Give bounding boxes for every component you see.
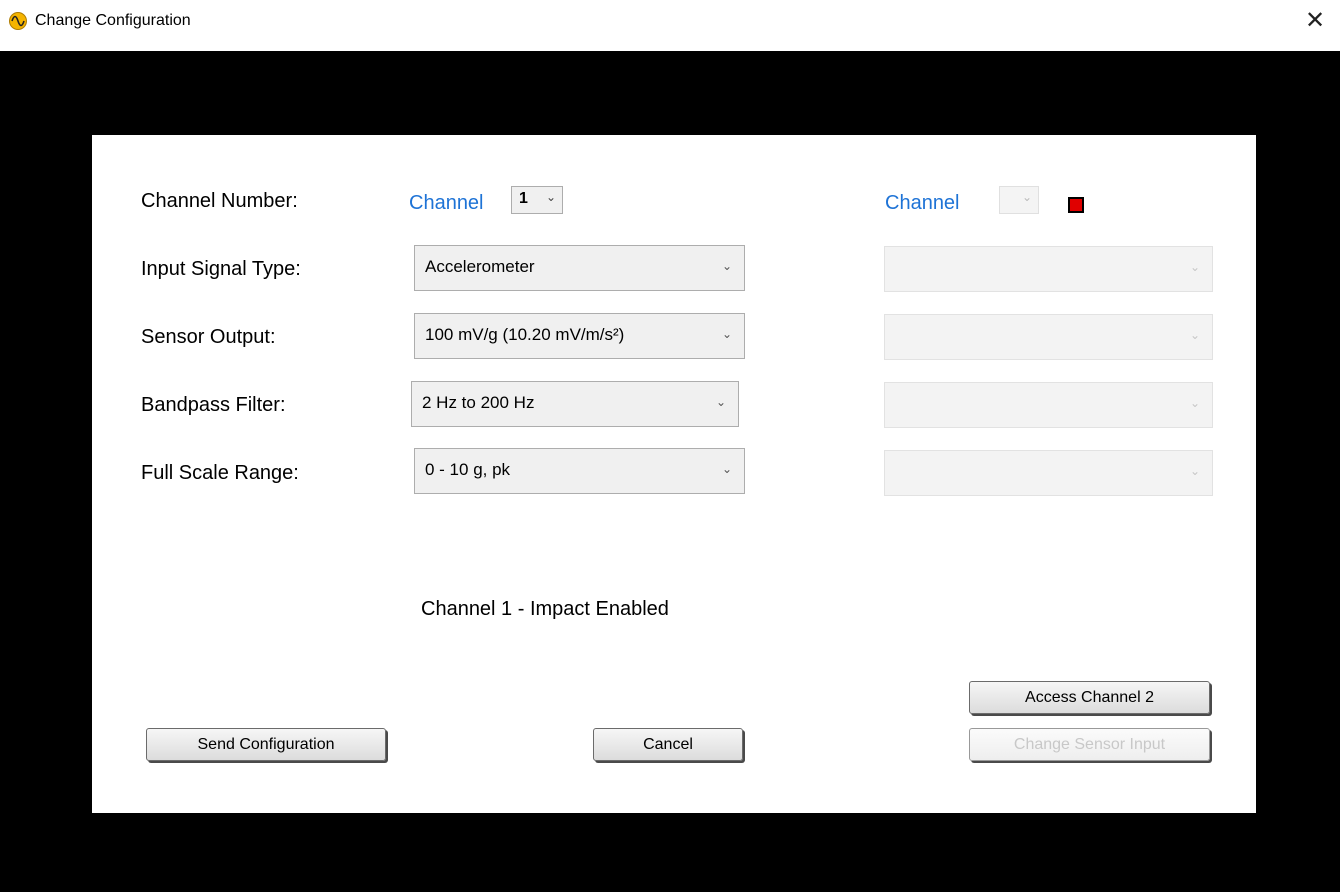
close-icon[interactable]: ✕ — [1300, 6, 1330, 36]
sensor-output-label: Sensor Output: — [141, 326, 276, 348]
chevron-down-icon: ⌄ — [1189, 260, 1200, 274]
full-scale-range-label: Full Scale Range: — [141, 462, 299, 484]
chevron-down-icon: ⌄ — [545, 190, 556, 204]
channel-select[interactable]: 1 ⌄ — [511, 186, 563, 214]
input-signal-type-label: Input Signal Type: — [141, 258, 301, 280]
sine-wave-icon — [9, 12, 27, 30]
chevron-down-icon: ⌄ — [721, 259, 732, 273]
configuration-panel: Channel Number: Channel 1 ⌄ Channel ⌄ In… — [92, 135, 1256, 813]
secondary-full-scale-range-select: ⌄ — [884, 450, 1213, 496]
access-channel-2-button[interactable]: Access Channel 2 — [969, 681, 1210, 714]
channel-word: Channel — [409, 192, 484, 214]
full-scale-range-select[interactable]: 0 - 10 g, pk ⌄ — [414, 448, 745, 494]
secondary-input-signal-type-select: ⌄ — [884, 246, 1213, 292]
status-indicator — [1068, 197, 1084, 213]
bandpass-filter-label: Bandpass Filter: — [141, 394, 286, 416]
input-signal-type-value: Accelerometer — [425, 257, 535, 276]
secondary-sensor-output-select: ⌄ — [884, 314, 1213, 360]
secondary-channel-word: Channel — [885, 192, 960, 214]
input-signal-type-select[interactable]: Accelerometer ⌄ — [414, 245, 745, 291]
change-sensor-input-button: Change Sensor Input — [969, 728, 1210, 761]
chevron-down-icon: ⌄ — [1021, 190, 1032, 204]
title-bar: Change Configuration ✕ — [0, 0, 1340, 51]
secondary-channel-select: ⌄ — [999, 186, 1039, 214]
status-text: Channel 1 - Impact Enabled — [421, 598, 669, 620]
sensor-output-value: 100 mV/g (10.20 mV/m/s²) — [425, 325, 625, 344]
chevron-down-icon: ⌄ — [721, 462, 732, 476]
chevron-down-icon: ⌄ — [1189, 328, 1200, 342]
full-scale-range-value: 0 - 10 g, pk — [425, 460, 511, 479]
channel-number-label: Channel Number: — [141, 190, 298, 212]
chevron-down-icon: ⌄ — [1189, 396, 1200, 410]
chevron-down-icon: ⌄ — [715, 395, 726, 409]
bandpass-filter-select[interactable]: 2 Hz to 200 Hz ⌄ — [411, 381, 739, 427]
chevron-down-icon: ⌄ — [1189, 464, 1200, 478]
window-title: Change Configuration — [35, 12, 191, 29]
send-configuration-button[interactable]: Send Configuration — [146, 728, 386, 761]
chevron-down-icon: ⌄ — [721, 327, 732, 341]
secondary-bandpass-filter-select: ⌄ — [884, 382, 1213, 428]
channel-select-value: 1 — [519, 190, 528, 207]
cancel-button[interactable]: Cancel — [593, 728, 743, 761]
bandpass-filter-value: 2 Hz to 200 Hz — [422, 393, 535, 412]
sensor-output-select[interactable]: 100 mV/g (10.20 mV/m/s²) ⌄ — [414, 313, 745, 359]
